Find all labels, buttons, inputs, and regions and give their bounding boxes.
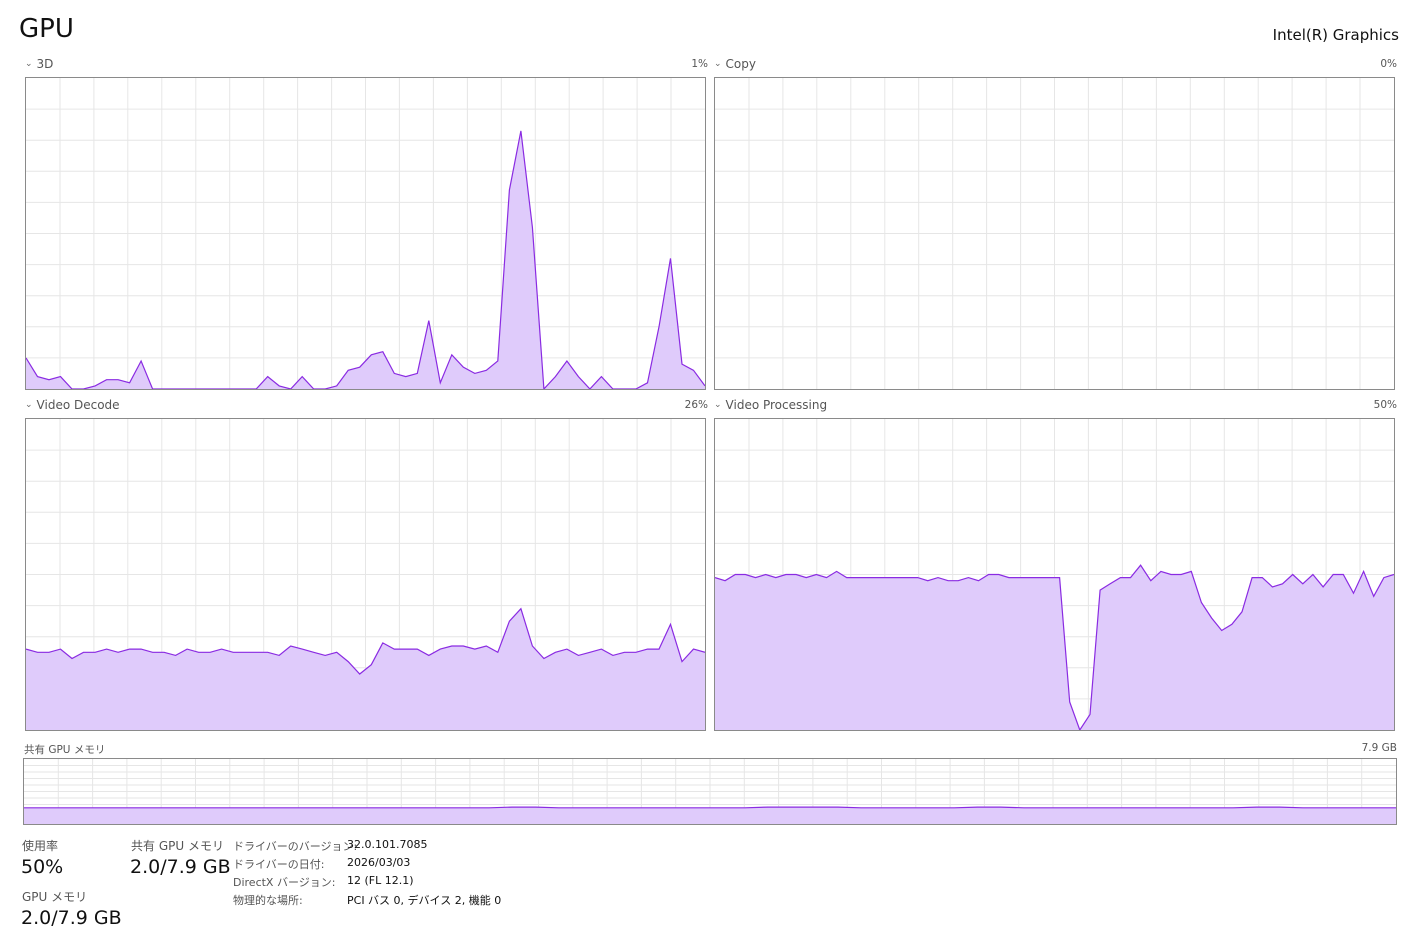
shared-memory-line: [24, 806, 1396, 809]
physical-location-value: PCI バス 0, デバイス 2, 機能 0: [347, 894, 502, 907]
directx-version-value: 12 (FL 12.1): [347, 874, 414, 887]
shared-memory-label: 共有 GPU メモリ: [131, 839, 224, 853]
graph-3d-plot: [26, 78, 705, 389]
gpu-memory-value: 2.0/7.9 GB: [21, 907, 122, 929]
graph-video-decode: [25, 418, 706, 731]
shared-memory-area: [24, 807, 1396, 824]
graph-video-decode-plot: [26, 419, 705, 730]
driver-date-key: ドライバーの日付:: [233, 858, 325, 871]
driver-date-value: 2026/03/03: [347, 856, 411, 869]
graph-3d-label: 3D: [36, 57, 54, 71]
graph-video-decode-label: Video Decode: [36, 398, 120, 412]
graph-video-processing-selector[interactable]: ⌄ Video Processing: [714, 398, 827, 412]
chevron-down-icon: ⌄: [25, 400, 33, 410]
driver-version-key: ドライバーのバージョン:: [233, 840, 358, 853]
shared-memory-plot: [24, 759, 1396, 824]
driver-version-value: 32.0.101.7085: [347, 838, 428, 851]
graph-3d-max: 1%: [691, 58, 708, 70]
graph-copy-plot: [715, 78, 1394, 389]
graph-3d: [25, 77, 706, 390]
graph-video-processing: [714, 418, 1395, 731]
graph-video-decode-selector[interactable]: ⌄ Video Decode: [25, 398, 120, 412]
graph-video-processing-label: Video Processing: [725, 398, 828, 412]
page-title: GPU: [19, 14, 74, 44]
graph-copy-label: Copy: [725, 57, 756, 71]
graph-video-decode-max: 26%: [684, 399, 708, 411]
chevron-down-icon: ⌄: [25, 59, 33, 69]
graph-video-processing-max: 50%: [1373, 399, 1397, 411]
graph-video-processing-area: [715, 565, 1394, 730]
chevron-down-icon: ⌄: [714, 59, 722, 69]
shared-memory-graph-label: 共有 GPU メモリ: [24, 744, 106, 756]
shared-memory-graph-max: 7.9 GB: [1361, 742, 1397, 754]
chevron-down-icon: ⌄: [714, 400, 722, 410]
gpu-memory-label: GPU メモリ: [22, 890, 88, 904]
shared-memory-value: 2.0/7.9 GB: [130, 856, 231, 878]
utilization-label: 使用率: [22, 839, 59, 853]
graph-video-processing-plot: [715, 419, 1394, 730]
graph-copy-max: 0%: [1380, 58, 1397, 70]
utilization-value: 50%: [21, 856, 64, 878]
graph-copy-selector[interactable]: ⌄ Copy: [714, 57, 756, 71]
directx-version-key: DirectX バージョン:: [233, 876, 336, 889]
graph-copy: [714, 77, 1395, 390]
physical-location-key: 物理的な場所:: [233, 894, 303, 907]
adapter-name: Intel(R) Graphics: [1272, 26, 1399, 44]
shared-memory-graph: [23, 758, 1397, 825]
graph-3d-selector[interactable]: ⌄ 3D: [25, 57, 53, 71]
